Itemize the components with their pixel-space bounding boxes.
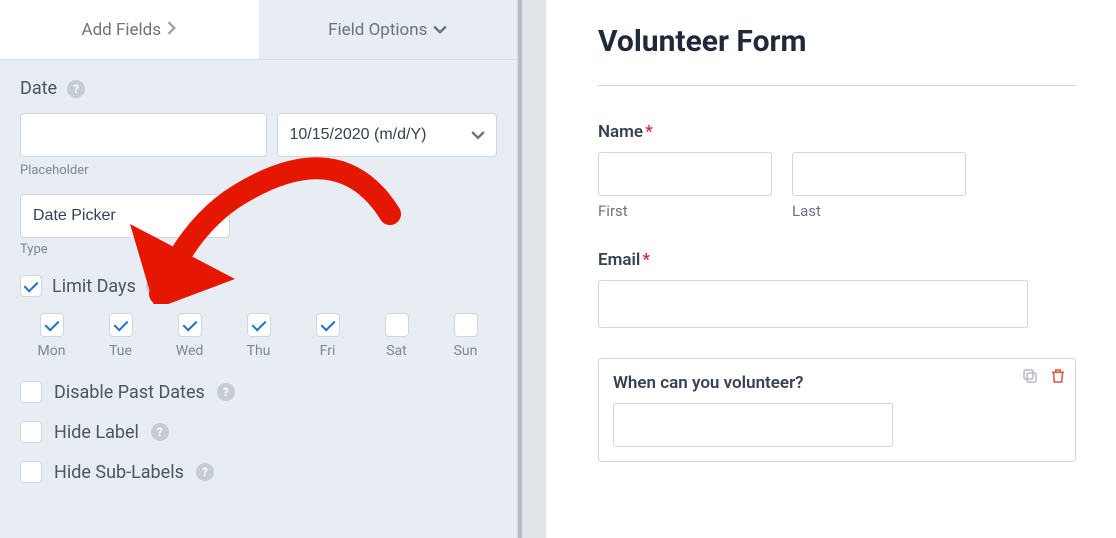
day-checkbox-sun[interactable] <box>454 313 478 337</box>
options-sidebar: Add Fields Field Options Date ? <box>0 0 518 538</box>
hide-label-checkbox[interactable] <box>20 421 42 443</box>
volunteer-field-label: When can you volunteer? <box>613 373 1061 393</box>
disable-past-label: Disable Past Dates <box>54 382 205 403</box>
day-mon: Mon <box>20 313 83 359</box>
chevron-down-icon <box>433 20 447 40</box>
name-field-label: Name* <box>598 122 1076 142</box>
last-sublabel: Last <box>792 202 966 220</box>
tabs: Add Fields Field Options <box>0 0 517 60</box>
help-icon[interactable]: ? <box>67 80 85 98</box>
first-name-input[interactable] <box>598 152 772 196</box>
hide-label-label: Hide Label <box>54 422 139 443</box>
help-icon[interactable]: ? <box>146 277 164 295</box>
day-checkbox-fri[interactable] <box>316 313 340 337</box>
tab-label: Add Fields <box>81 20 161 40</box>
tab-add-fields[interactable]: Add Fields <box>0 0 259 59</box>
field-label-text: Date <box>20 78 57 99</box>
first-sublabel: First <box>598 202 772 220</box>
field-options-content: Date ? Placeholder Type Limit Da <box>0 60 517 538</box>
day-tue: Tue <box>89 313 152 359</box>
help-icon[interactable]: ? <box>151 423 169 441</box>
required-indicator: * <box>642 250 650 270</box>
day-checkbox-mon[interactable] <box>40 313 64 337</box>
day-wed: Wed <box>158 313 221 359</box>
day-fri: Fri <box>296 313 359 359</box>
day-label: Sun <box>454 343 478 359</box>
day-checkbox-wed[interactable] <box>178 313 202 337</box>
day-checkbox-thu[interactable] <box>247 313 271 337</box>
last-name-input[interactable] <box>792 152 966 196</box>
volunteer-date-input[interactable] <box>613 403 893 447</box>
limit-days-checkbox[interactable] <box>20 275 42 297</box>
limit-days-label: Limit Days <box>52 276 136 297</box>
type-sublabel: Type <box>20 242 497 257</box>
hide-sublabels-label: Hide Sub-Labels <box>54 462 184 483</box>
email-field-label: Email* <box>598 250 1076 270</box>
help-icon[interactable]: ? <box>217 383 235 401</box>
annotation-arrow <box>90 74 410 304</box>
duplicate-icon[interactable] <box>1021 367 1039 389</box>
day-label: Mon <box>38 343 66 359</box>
tab-field-options[interactable]: Field Options <box>259 0 518 59</box>
email-input[interactable] <box>598 280 1028 328</box>
chevron-right-icon <box>167 20 177 40</box>
day-label: Tue <box>109 343 132 359</box>
days-grid: Mon Tue Wed Thu Fri Sat Sun <box>20 313 497 359</box>
help-icon[interactable]: ? <box>196 463 214 481</box>
hide-sublabels-checkbox[interactable] <box>20 461 42 483</box>
day-thu: Thu <box>227 313 290 359</box>
day-checkbox-tue[interactable] <box>109 313 133 337</box>
panel-divider[interactable] <box>518 0 546 538</box>
day-label: Sat <box>386 343 407 359</box>
format-select[interactable] <box>277 113 498 157</box>
placeholder-sublabel: Placeholder <box>20 163 254 178</box>
day-label: Thu <box>247 343 271 359</box>
form-preview: Volunteer Form Name* First Last Email* W… <box>546 0 1116 538</box>
selected-field[interactable]: When can you volunteer? <box>598 358 1076 462</box>
tab-label: Field Options <box>328 20 427 40</box>
disable-past-checkbox[interactable] <box>20 381 42 403</box>
day-label: Wed <box>176 343 204 359</box>
day-sun: Sun <box>434 313 497 359</box>
form-title: Volunteer Form <box>598 24 1076 59</box>
field-label-header: Date ? <box>20 78 85 99</box>
required-indicator: * <box>645 122 653 142</box>
placeholder-input[interactable] <box>20 113 267 157</box>
day-sat: Sat <box>365 313 428 359</box>
trash-icon[interactable] <box>1049 367 1067 389</box>
type-select[interactable] <box>20 194 230 238</box>
day-label: Fri <box>320 343 336 359</box>
divider <box>598 85 1076 86</box>
day-checkbox-sat[interactable] <box>385 313 409 337</box>
